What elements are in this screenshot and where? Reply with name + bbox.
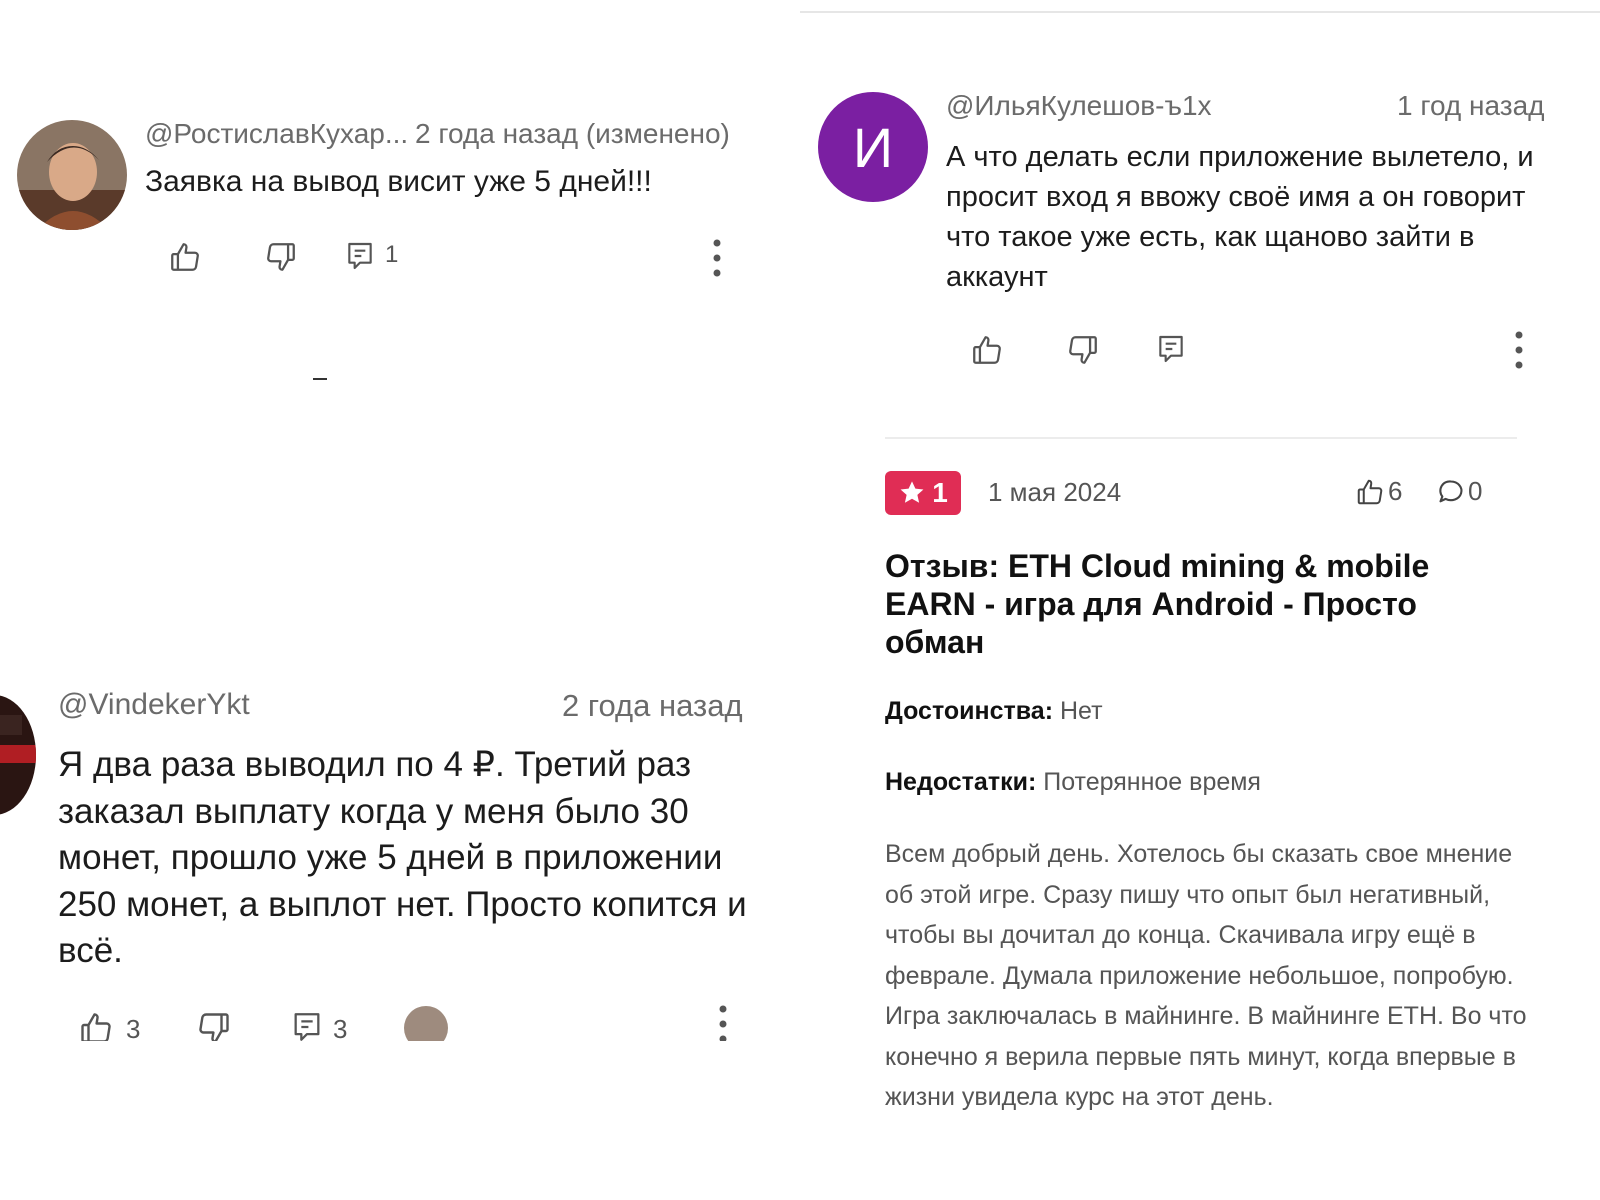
comment-text: А что делать если приложение вылетело, и…	[946, 141, 1534, 293]
comment-timestamp[interactable]: 2 года назад (изменено)	[415, 118, 730, 150]
rating-value: 1	[932, 477, 948, 508]
dislike-icon[interactable]	[264, 240, 298, 274]
more-options-icon[interactable]	[719, 1004, 727, 1041]
avatar[interactable]: И	[818, 92, 928, 202]
pros-label: Достоинства:	[885, 697, 1054, 725]
like-icon[interactable]	[970, 333, 1004, 367]
avatar[interactable]	[17, 120, 127, 230]
like-icon[interactable]	[78, 1010, 114, 1041]
dash-mark	[313, 378, 327, 380]
comment-text: Я два раза выводил по 4 ₽. Третий раз за…	[58, 745, 747, 970]
reply-icon[interactable]	[290, 1010, 324, 1041]
dislike-icon[interactable]	[196, 1010, 232, 1041]
review-cons: Недостатки: Потерянное время	[885, 768, 1261, 797]
comment-actions: 3 3	[0, 1000, 800, 1041]
cons-label: Недостатки:	[885, 768, 1037, 796]
star-icon	[898, 479, 926, 507]
review-pros: Достоинства: Нет	[885, 697, 1103, 726]
pros-value: Нет	[1059, 697, 1103, 725]
reply-icon[interactable]	[344, 240, 376, 272]
more-options-icon[interactable]	[1515, 330, 1523, 370]
top-divider	[800, 11, 1600, 13]
reply-icon[interactable]	[1155, 333, 1187, 365]
like-icon[interactable]	[1355, 477, 1385, 507]
comment-author[interactable]: @VindekerYkt	[58, 688, 250, 722]
comment-count: 0	[1468, 476, 1483, 506]
comment-text: Заявка на вывод висит уже 5 дней!!!	[145, 165, 652, 198]
cons-value: Потерянное время	[1043, 768, 1261, 796]
avatar[interactable]	[0, 695, 36, 815]
like-count: 6	[1388, 476, 1403, 506]
dislike-icon[interactable]	[1066, 333, 1100, 367]
rating-badge: 1	[885, 471, 961, 515]
review-date: 1 мая 2024	[988, 477, 1122, 507]
reply-count[interactable]: 1	[385, 241, 398, 269]
review-title[interactable]: Отзыв: ETH Cloud mining & mobile EARN - …	[885, 547, 1525, 661]
reply-count[interactable]: 3	[333, 1014, 347, 1041]
review-body: Всем добрый день. Хотелось бы сказать св…	[885, 840, 1527, 1111]
section-divider	[885, 437, 1517, 439]
comment-author[interactable]: @РостиславКухар...	[145, 118, 408, 150]
comment-timestamp[interactable]: 1 год назад	[1397, 90, 1545, 122]
like-icon[interactable]	[168, 240, 202, 274]
comment-icon[interactable]	[1437, 478, 1465, 506]
more-options-icon[interactable]	[713, 238, 721, 278]
creator-avatar	[404, 1006, 448, 1041]
comment-timestamp[interactable]: 2 года назад	[562, 688, 743, 724]
like-count: 3	[126, 1014, 141, 1041]
comment-author[interactable]: @ИльяКулешов-ъ1х	[946, 90, 1212, 122]
